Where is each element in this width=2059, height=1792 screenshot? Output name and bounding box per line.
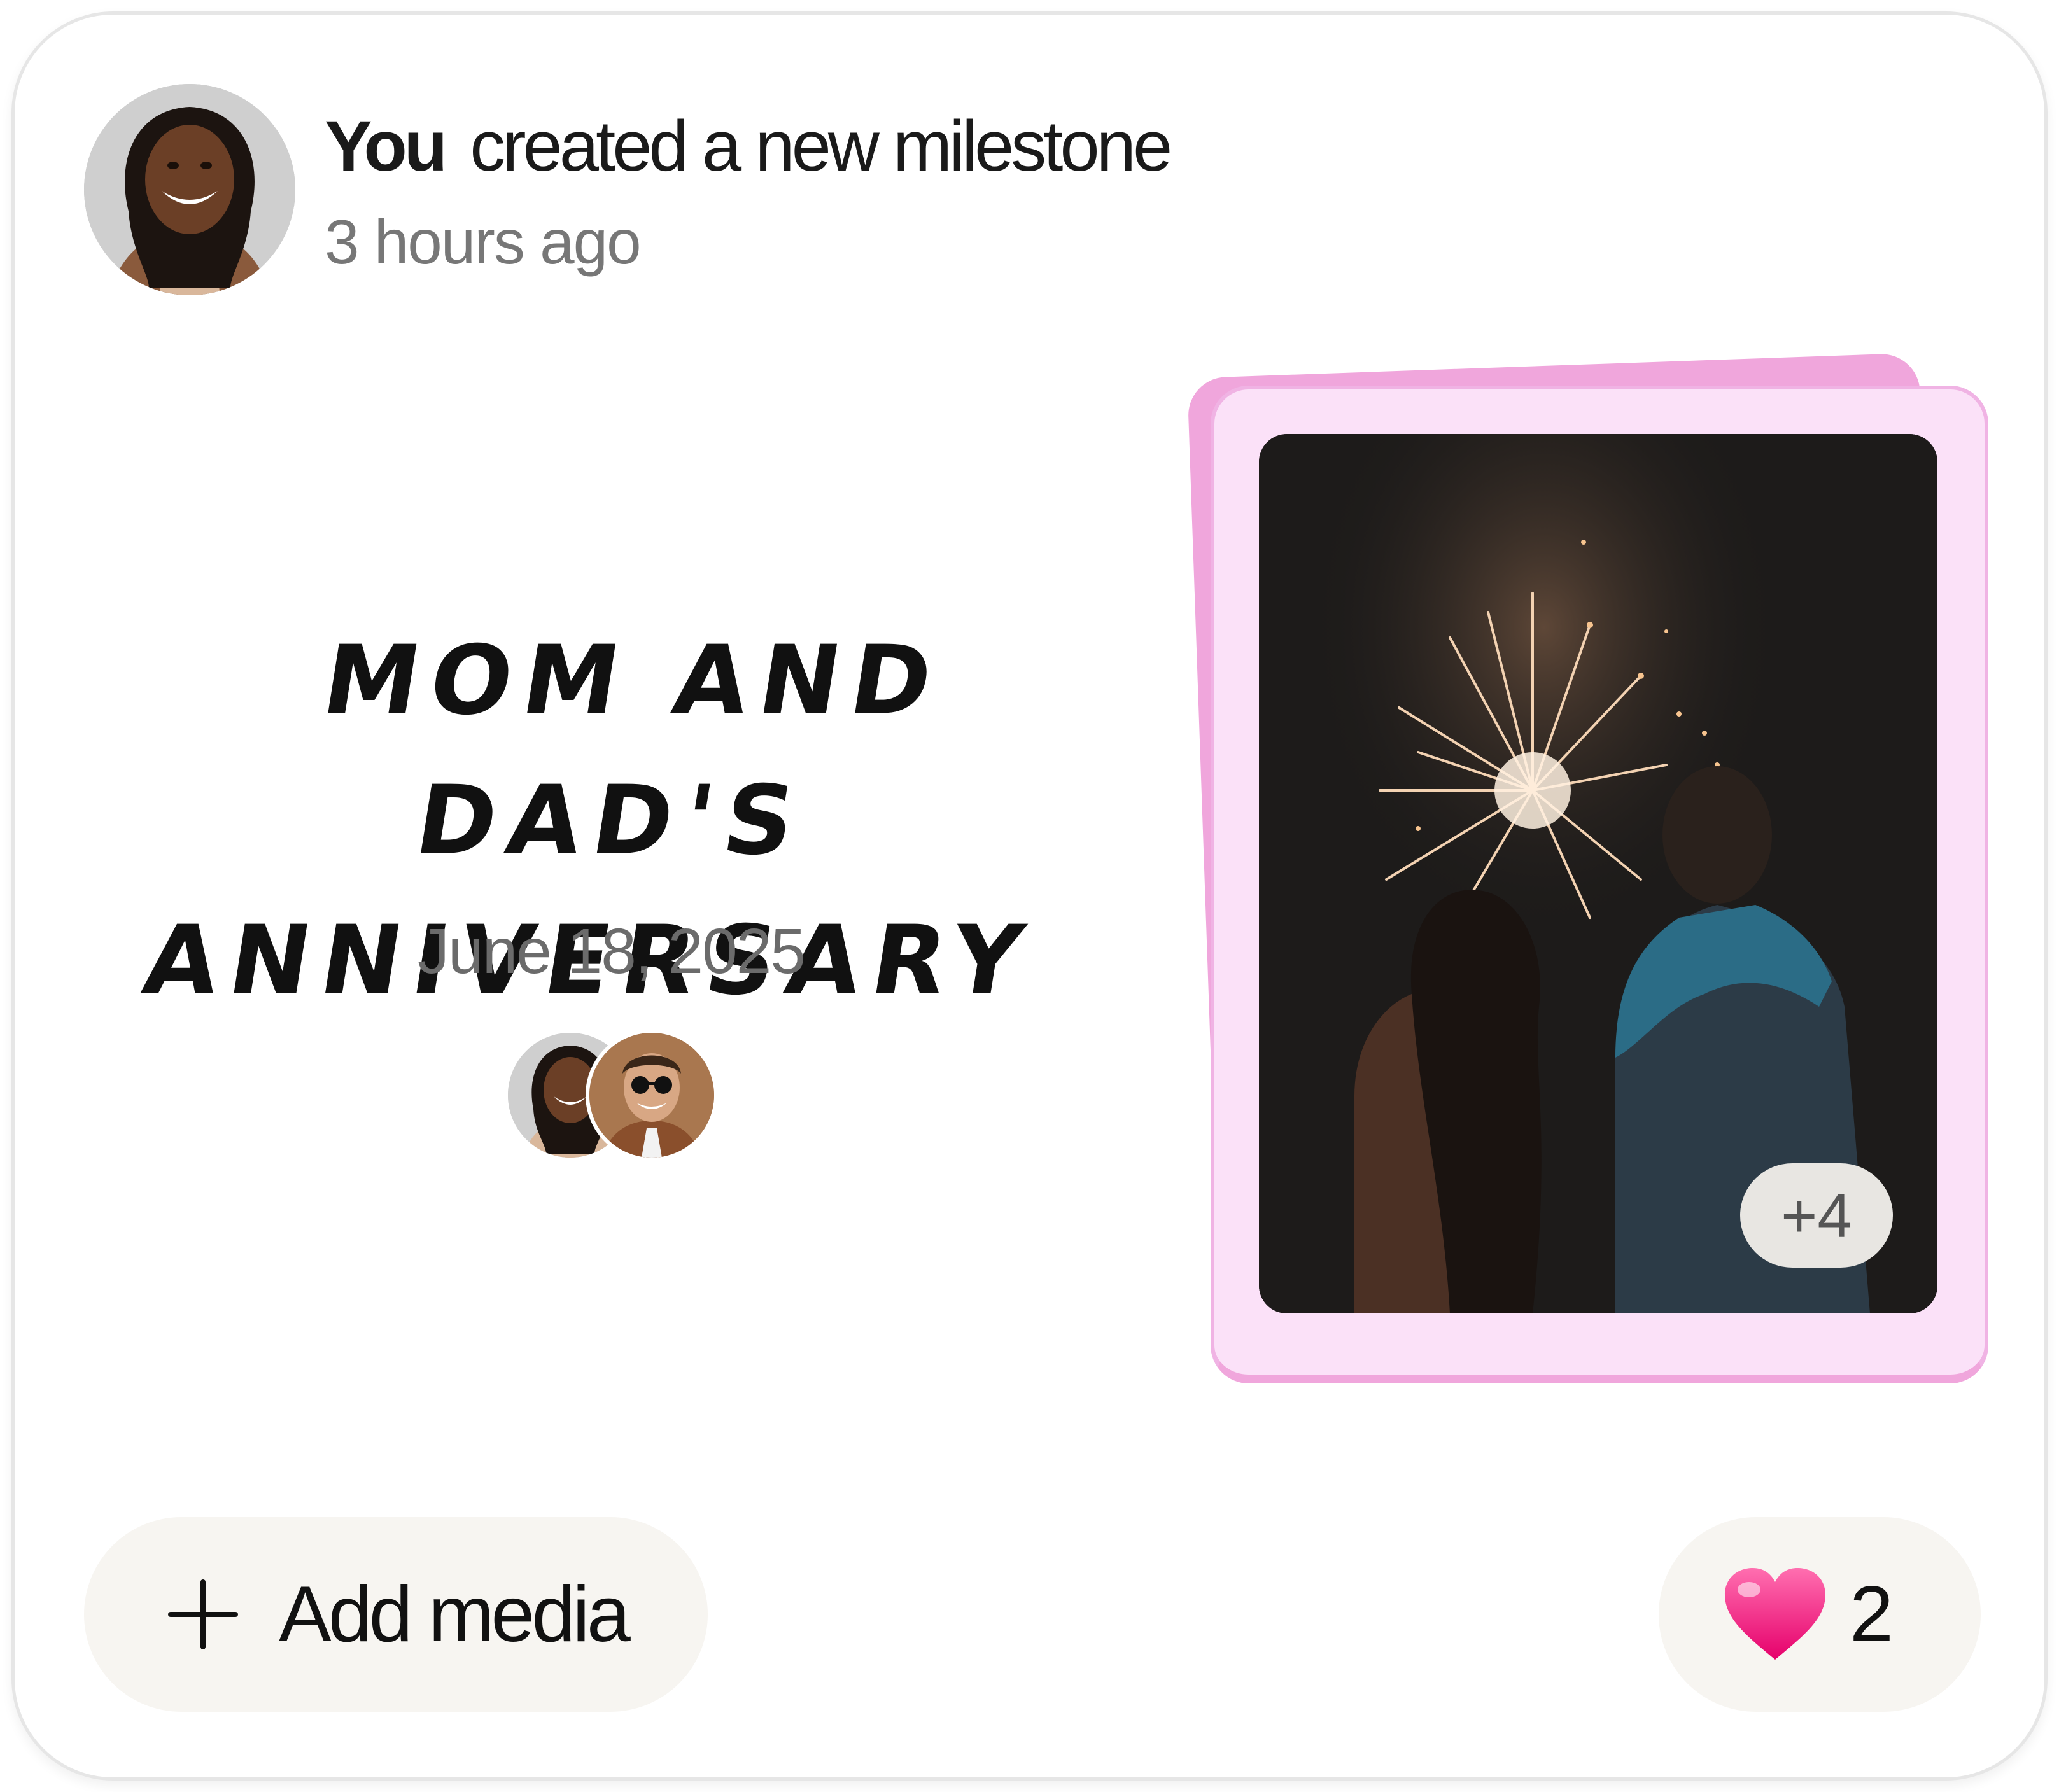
heart-icon <box>1725 1568 1825 1660</box>
activity-action: created a new milestone <box>470 106 1172 186</box>
milestone-title-line1: MOM AND DAD'S <box>315 626 951 876</box>
add-media-label: Add media <box>279 1571 631 1658</box>
milestone-date: June 18, 2025 <box>418 916 806 987</box>
participant-avatar-man-sunglasses[interactable] <box>586 1029 718 1161</box>
actor-name[interactable]: You <box>325 106 447 186</box>
like-button[interactable]: 2 <box>1659 1517 1981 1712</box>
user-avatar[interactable] <box>84 84 295 295</box>
plus-icon <box>168 1579 238 1649</box>
like-count: 2 <box>1850 1571 1894 1658</box>
more-media-badge[interactable]: +4 <box>1740 1163 1893 1268</box>
participants-avatars[interactable] <box>504 1029 720 1161</box>
activity-headline: You created a new milestone <box>325 102 1172 191</box>
add-media-button[interactable]: Add media <box>84 1517 708 1712</box>
activity-timestamp: 3 hours ago <box>325 207 642 277</box>
